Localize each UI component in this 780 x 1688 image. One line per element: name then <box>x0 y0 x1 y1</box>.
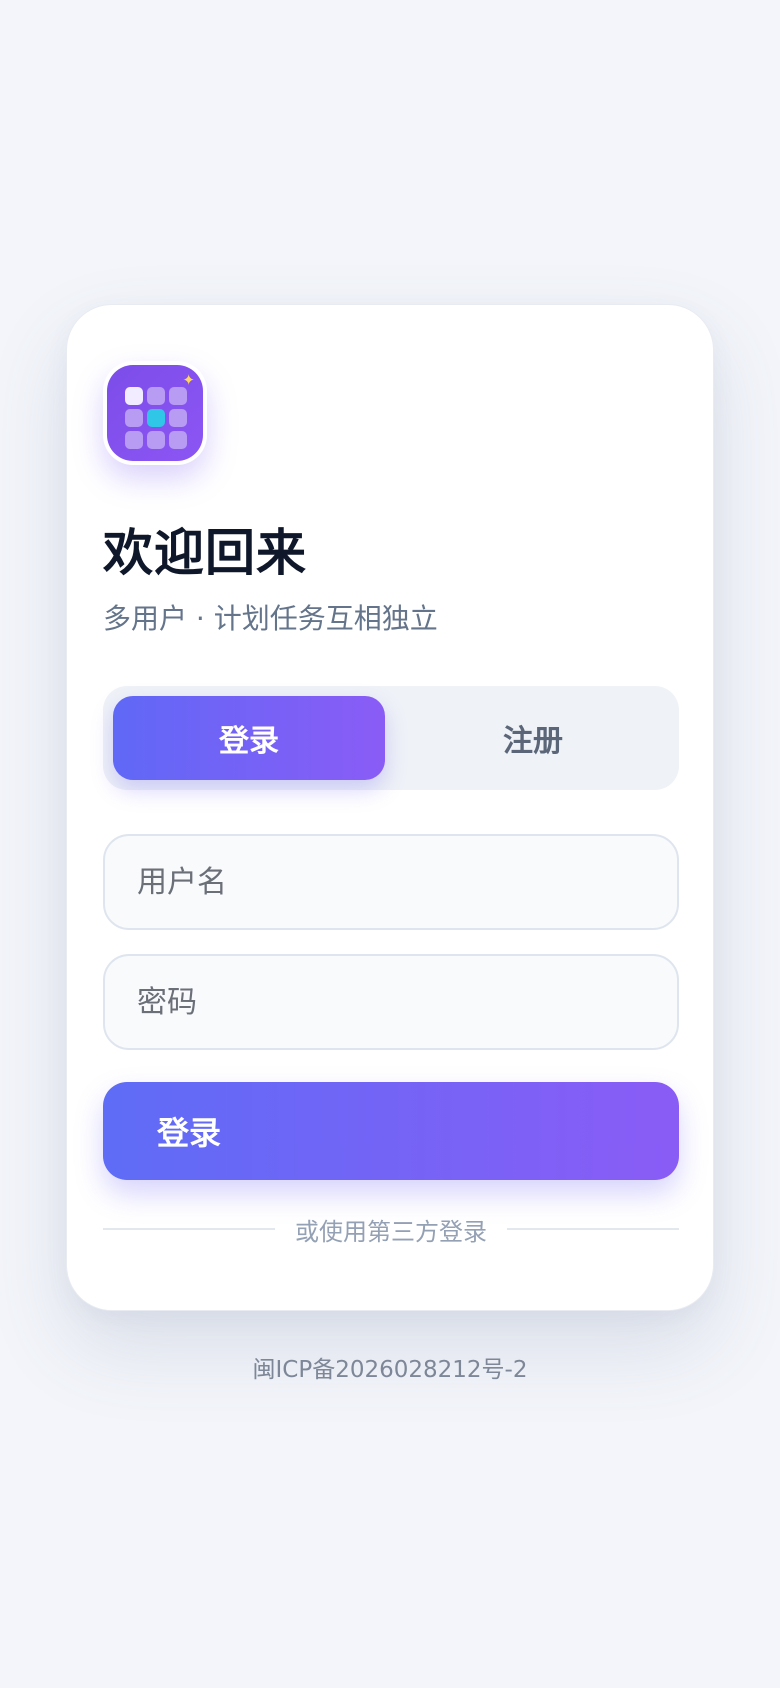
grid-cell-icon <box>147 431 165 449</box>
login-submit-button[interactable]: 登录 <box>103 1082 679 1180</box>
grid-cell-accent-icon <box>147 409 165 427</box>
grid-cell-icon <box>169 409 187 427</box>
login-card: ✦ 欢迎回来 多用户 · 计划任务互相独立 登录 注册 登录 或使用第三方登录 <box>66 304 714 1311</box>
grid-cell-icon <box>125 387 143 405</box>
password-field-wrapper <box>103 954 679 1050</box>
third-party-login-text: 或使用第三方登录 <box>295 1217 487 1246</box>
divider-line-left <box>103 1228 275 1230</box>
app-grid-icon: ✦ <box>107 365 203 461</box>
divider-line-right <box>507 1228 679 1230</box>
grid-cell-icon <box>125 431 143 449</box>
login-page: ✦ 欢迎回来 多用户 · 计划任务互相独立 登录 注册 登录 或使用第三方登录 … <box>0 0 780 1688</box>
tab-login[interactable]: 登录 <box>113 696 385 780</box>
third-party-divider: 或使用第三方登录 <box>103 1211 679 1247</box>
page-title: 欢迎回来 <box>103 524 307 582</box>
tab-register[interactable]: 注册 <box>397 696 669 780</box>
grid-cell-icon <box>169 387 187 405</box>
username-field-wrapper <box>103 834 679 930</box>
app-logo: ✦ <box>103 361 207 465</box>
password-input[interactable] <box>105 956 677 1048</box>
grid-cell-icon <box>169 431 187 449</box>
page-subtitle: 多用户 · 计划任务互相独立 <box>103 602 438 635</box>
icp-footer[interactable]: 闽ICP备2026028212号-2 <box>0 1350 780 1384</box>
auth-tabs: 登录 注册 <box>103 686 679 790</box>
grid-cell-icon <box>125 409 143 427</box>
grid-cell-icon <box>147 387 165 405</box>
username-input[interactable] <box>105 836 677 928</box>
sparkle-icon: ✦ <box>182 371 195 389</box>
